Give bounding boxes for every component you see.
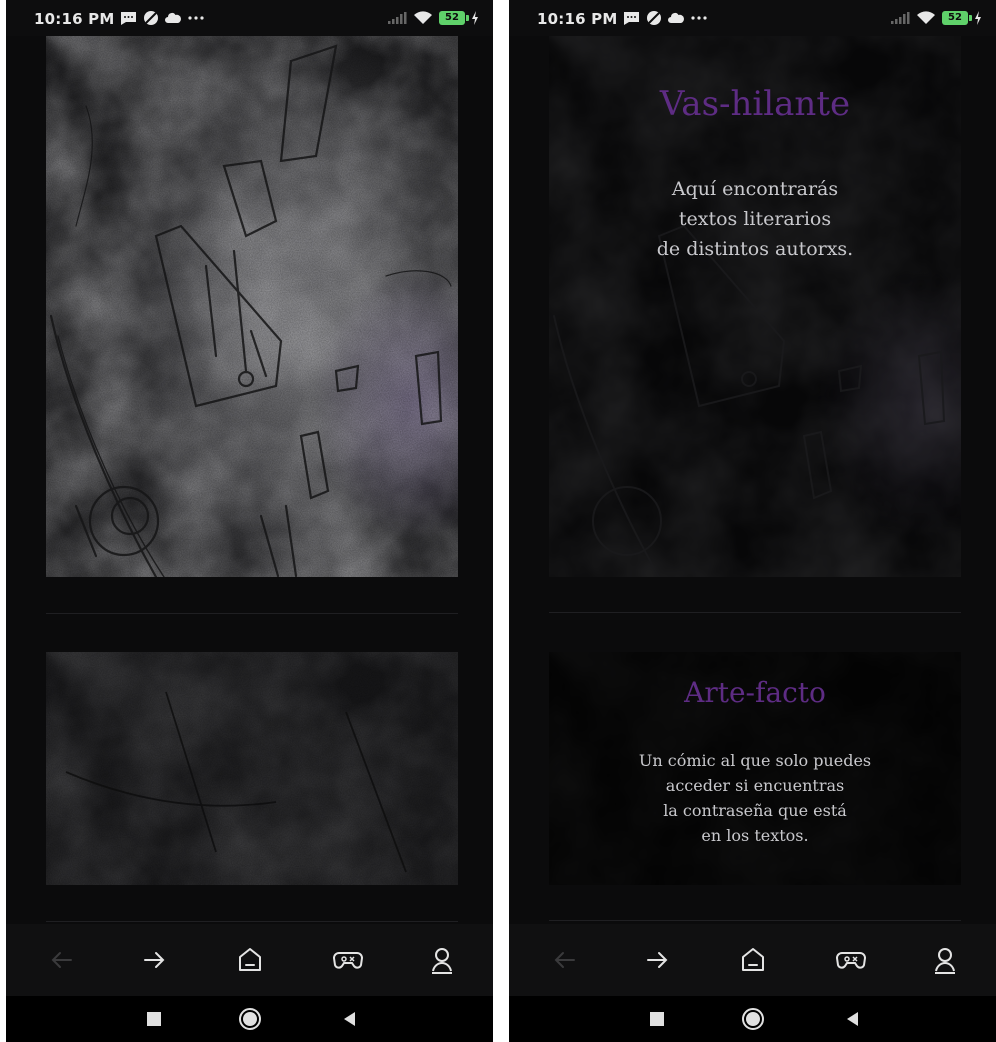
more-dots-icon: [691, 16, 707, 20]
signal-icon: [388, 12, 407, 24]
back-triangle-icon[interactable]: [336, 1005, 364, 1033]
signal-icon: [891, 12, 910, 24]
recents-square-icon[interactable]: [140, 1005, 168, 1033]
card-title: Vas-hilante: [659, 84, 851, 124]
phone-screen-right: 10:16 PM 52 Vas-hilante Aquí encontrarás…: [509, 0, 996, 1042]
home-icon[interactable]: [232, 942, 268, 978]
home-circle-icon[interactable]: [739, 1005, 767, 1033]
phone-screen-left: 10:16 PM 52: [6, 0, 493, 1042]
card-arte-facto[interactable]: Arte-facto Un cómic al que solo puedes a…: [549, 652, 961, 885]
game-icon[interactable]: [833, 942, 869, 978]
status-time: 10:16 PM: [537, 10, 618, 28]
back-arrow-icon[interactable]: [44, 942, 80, 978]
section-divider: [46, 613, 458, 614]
section-divider: [46, 921, 458, 922]
status-bar: 10:16 PM 52: [6, 0, 493, 36]
browser-toolbar: [509, 924, 996, 996]
browser-toolbar: [6, 924, 493, 996]
forward-arrow-icon[interactable]: [639, 942, 675, 978]
wifi-icon: [917, 11, 935, 24]
battery-icon: 52: [942, 11, 972, 25]
message-icon: [121, 11, 136, 25]
system-nav-bar: [509, 996, 996, 1042]
dark-sketch-background-image: [46, 652, 458, 885]
forward-arrow-icon[interactable]: [136, 942, 172, 978]
charging-icon: [472, 11, 478, 25]
status-bar: 10:16 PM 52: [509, 0, 996, 36]
profile-icon[interactable]: [424, 942, 460, 978]
card-vas-hilante[interactable]: Vas-hilante Aquí encontrarás textos lite…: [549, 36, 961, 577]
system-nav-bar: [6, 996, 493, 1042]
section-divider: [549, 612, 961, 613]
card-title: Arte-facto: [684, 676, 826, 709]
cloud-icon: [668, 12, 684, 23]
back-arrow-icon[interactable]: [547, 942, 583, 978]
section-divider: [549, 920, 961, 921]
dnd-icon: [647, 11, 661, 25]
home-icon[interactable]: [735, 942, 771, 978]
back-triangle-icon[interactable]: [839, 1005, 867, 1033]
wifi-icon: [414, 11, 432, 24]
sketch-background-image: [46, 36, 458, 577]
status-time: 10:16 PM: [34, 10, 115, 28]
cloud-icon: [165, 12, 181, 23]
card-description: Aquí encontrarás textos literarios de di…: [656, 178, 854, 260]
profile-icon[interactable]: [927, 942, 963, 978]
dnd-icon: [144, 11, 158, 25]
game-icon[interactable]: [330, 942, 366, 978]
more-dots-icon: [188, 16, 204, 20]
card-arte-facto[interactable]: [46, 652, 458, 885]
card-vas-hilante[interactable]: [46, 36, 458, 577]
charging-icon: [975, 11, 981, 25]
recents-square-icon[interactable]: [643, 1005, 671, 1033]
home-circle-icon[interactable]: [236, 1005, 264, 1033]
card-description: Un cómic al que solo puedes acceder si e…: [638, 751, 872, 845]
battery-icon: 52: [439, 11, 469, 25]
message-icon: [624, 11, 639, 25]
